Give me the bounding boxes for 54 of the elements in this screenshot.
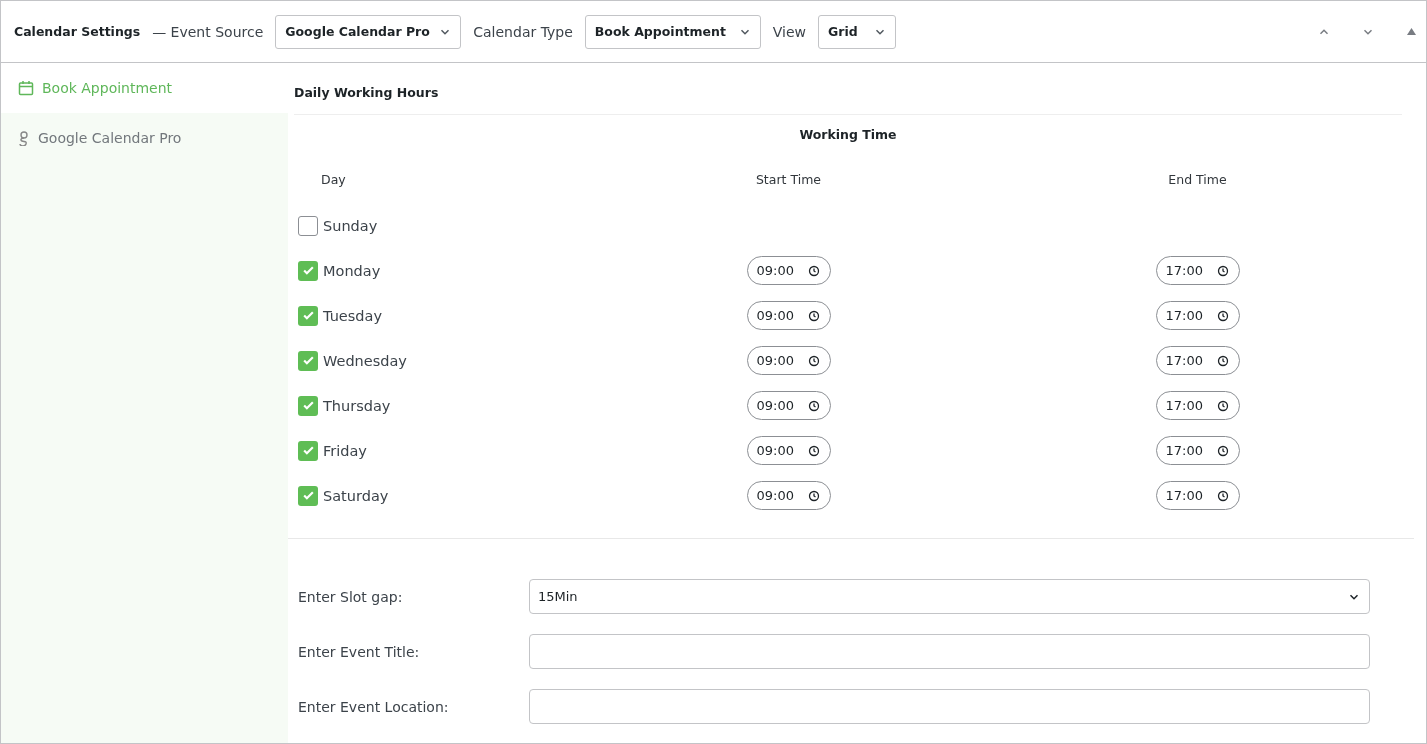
triangle-up-icon[interactable] (1407, 28, 1416, 35)
calendar-icon (18, 80, 34, 96)
checkbox[interactable] (298, 350, 318, 371)
field-label: Enter Slot gap: (298, 588, 404, 605)
sidebar-item[interactable]: Google Calendar Pro (1, 113, 288, 163)
clock-icon (807, 444, 820, 457)
field-label: Enter Event Location: (298, 698, 450, 715)
clock-icon (1216, 489, 1229, 502)
event-source-select[interactable]: Google Calendar Pro (275, 14, 462, 49)
column-header: Day (320, 172, 346, 187)
day-label: Friday (323, 442, 367, 459)
checkmark-icon (301, 489, 315, 502)
clock-icon (807, 354, 820, 367)
clock-icon (1216, 309, 1229, 322)
clock-icon (807, 489, 820, 502)
checkmark-icon (301, 444, 315, 457)
checkbox[interactable] (298, 440, 318, 461)
day-label: Wednesday (323, 352, 407, 369)
checkbox[interactable] (298, 485, 318, 506)
input-field[interactable] (529, 689, 1370, 724)
day-label: Thursday (323, 397, 391, 414)
calendar-type-select[interactable]: Book Appointment (584, 14, 761, 49)
clock-icon (807, 399, 820, 412)
calendar-type-label: Calendar Type (473, 23, 573, 40)
checkmark-icon (301, 264, 315, 277)
checkbox[interactable] (298, 305, 318, 326)
clock-icon (1216, 264, 1229, 277)
clock-icon (1216, 444, 1229, 457)
clock-icon (1216, 354, 1229, 367)
checkmark-icon (301, 399, 315, 412)
clock-icon (807, 264, 820, 277)
checkbox[interactable] (298, 395, 318, 416)
day-label: Tuesday (323, 307, 382, 324)
slot-gap-select[interactable]: 15Min (529, 579, 1370, 614)
clock-icon (807, 309, 820, 322)
clock-icon (1216, 399, 1229, 412)
event-source-label: — Event Source (152, 23, 264, 40)
table-title: Working Time (798, 126, 898, 144)
view-label: View (772, 23, 807, 40)
google-g-icon (18, 130, 30, 146)
checkbox[interactable] (298, 260, 318, 281)
checkmark-icon (301, 309, 315, 322)
view-select[interactable]: Grid (818, 14, 897, 49)
input-field[interactable] (529, 634, 1370, 669)
day-label: Saturday (323, 487, 389, 504)
settings-title: Calendar Settings (14, 24, 141, 39)
checkmark-icon (301, 354, 315, 367)
section-title: Daily Working Hours (294, 63, 1402, 115)
field-label: Enter Event Title: (298, 643, 421, 660)
day-label: Sunday (323, 217, 378, 234)
checkbox[interactable] (298, 215, 318, 236)
column-header: Start Time (755, 172, 822, 187)
day-label: Monday (323, 262, 381, 279)
column-header: End Time (1168, 172, 1227, 187)
